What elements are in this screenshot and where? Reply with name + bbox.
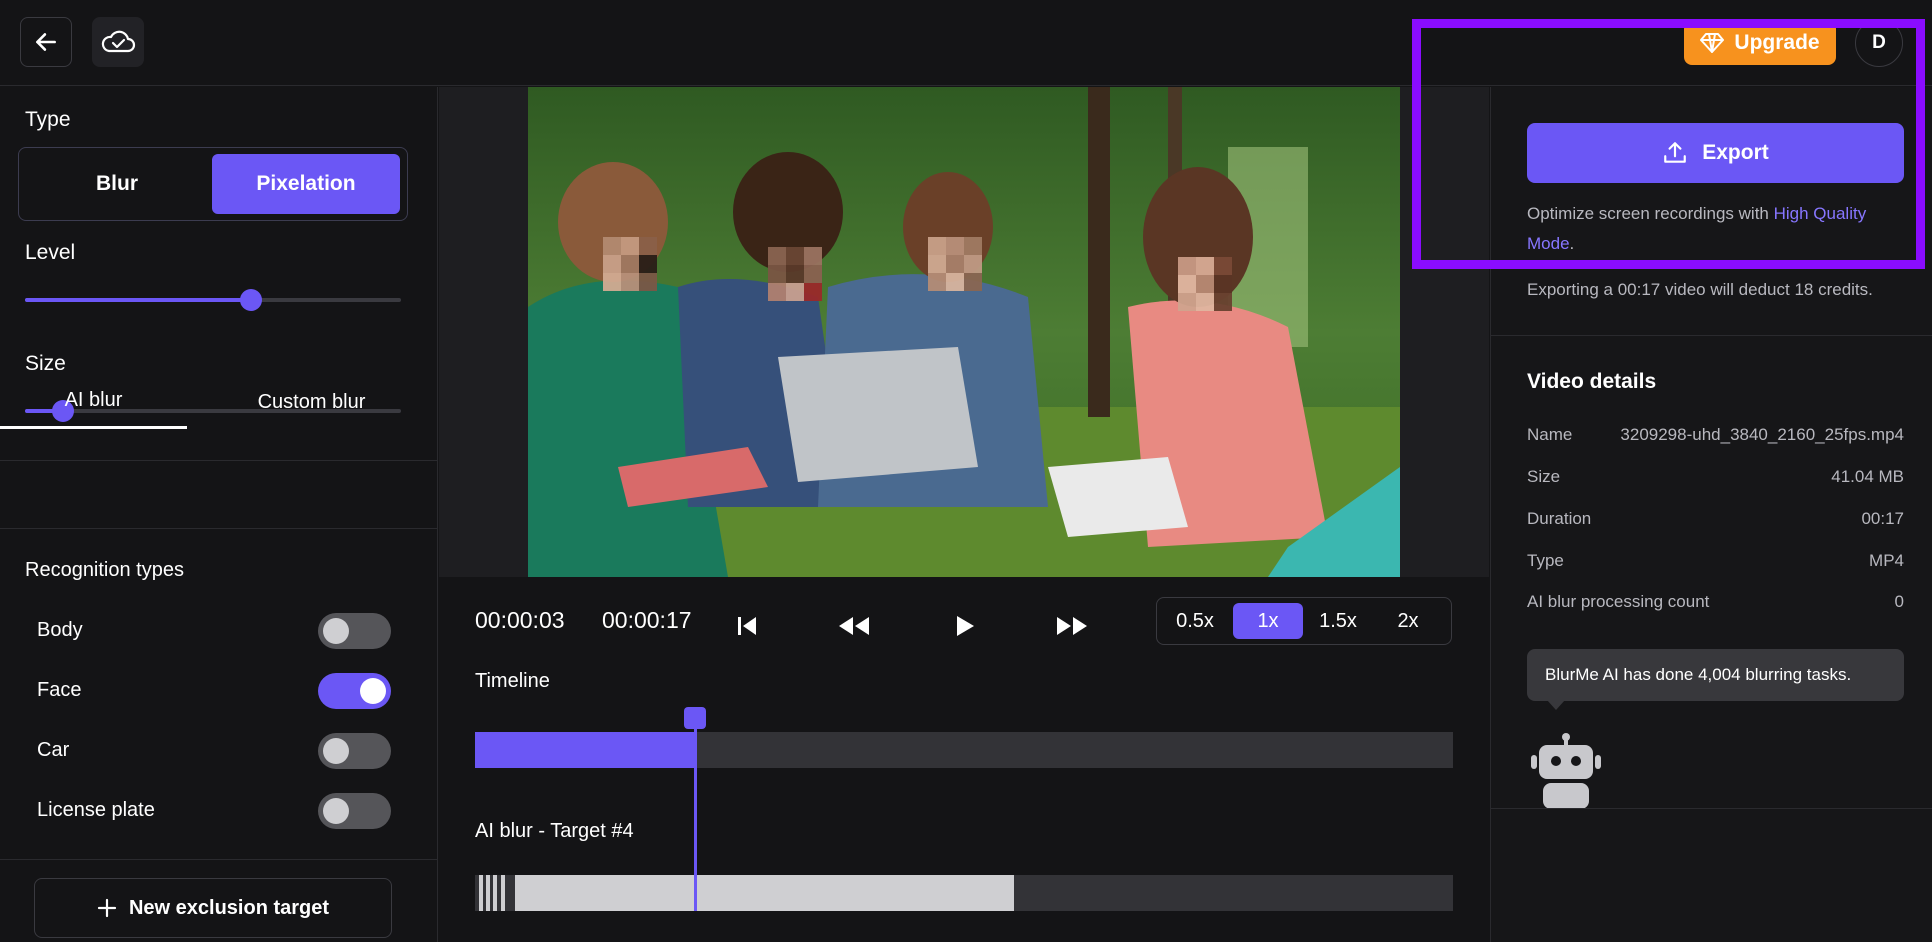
detail-key: Size xyxy=(1527,467,1561,486)
recognition-row-face: Face xyxy=(37,673,391,709)
face-toggle[interactable] xyxy=(318,673,391,709)
size-label: Size xyxy=(25,352,66,375)
recognition-label: License plate xyxy=(37,799,155,821)
recognition-row-license-plate: License plate xyxy=(37,793,391,829)
recognition-row-car: Car xyxy=(37,733,391,769)
tab-custom-blur[interactable]: Custom blur xyxy=(218,375,405,429)
current-time: 00:00:03 xyxy=(475,607,565,633)
editor-center: 00:00:03 00:00:17 0.5x 1x 1.5x 2x Timeli… xyxy=(439,87,1489,942)
total-time: 00:00:17 xyxy=(602,607,692,633)
level-slider-handle[interactable] xyxy=(240,289,262,311)
arrow-left-icon xyxy=(36,33,56,51)
left-panel: Type Blur Pixelation Level Size AI blur … xyxy=(0,87,438,942)
divider xyxy=(0,528,438,529)
target-segment-marker xyxy=(501,875,505,911)
cloud-save-button[interactable] xyxy=(92,17,144,67)
type-segmented-control: Blur Pixelation xyxy=(18,147,408,221)
video-preview[interactable] xyxy=(528,87,1400,577)
playhead-handle[interactable] xyxy=(684,707,706,729)
recognition-types-title: Recognition types xyxy=(25,559,184,581)
video-frame-image xyxy=(528,87,1400,577)
plus-icon xyxy=(97,898,117,918)
toggle-knob xyxy=(360,678,386,704)
tooltip-tail xyxy=(1547,700,1565,710)
rewind-button[interactable] xyxy=(834,606,874,646)
target-track-label: AI blur - Target #4 xyxy=(475,820,634,842)
play-icon xyxy=(957,616,974,636)
speed-1-5x-button[interactable]: 1.5x xyxy=(1303,603,1373,639)
toggle-knob xyxy=(323,618,349,644)
back-button[interactable] xyxy=(20,17,72,67)
target-segment-marker xyxy=(479,875,483,911)
license-plate-toggle[interactable] xyxy=(318,793,391,829)
timeline-progress xyxy=(475,732,694,768)
detail-key: AI blur processing count xyxy=(1527,592,1710,611)
toggle-knob xyxy=(323,798,349,824)
target-segment-marker xyxy=(493,875,497,911)
robot-mascot-icon xyxy=(1531,733,1601,809)
skip-to-start-button[interactable] xyxy=(727,606,767,646)
video-details-title: Video details xyxy=(1527,370,1657,393)
pixelation-option-button[interactable]: Pixelation xyxy=(212,154,400,214)
detail-value: 3209298-uhd_3840_2160_25fps.mp4 xyxy=(1620,425,1904,444)
car-toggle[interactable] xyxy=(318,733,391,769)
ai-tasks-tooltip: BlurMe AI has done 4,004 blurring tasks. xyxy=(1527,649,1904,701)
target-track[interactable] xyxy=(475,875,1453,911)
target-segment[interactable] xyxy=(515,875,1014,911)
highlight-box xyxy=(1412,19,1925,269)
divider xyxy=(1491,335,1932,336)
recognition-label: Car xyxy=(37,739,70,761)
detail-key: Duration xyxy=(1527,509,1592,528)
cloud-check-icon xyxy=(101,30,136,53)
fast-forward-icon xyxy=(1057,617,1087,635)
rewind-icon xyxy=(839,617,869,635)
recognition-label: Face xyxy=(37,679,82,701)
new-exclusion-target-label: New exclusion target xyxy=(128,896,330,919)
divider xyxy=(1491,808,1932,809)
detail-key: Type xyxy=(1527,551,1564,570)
speed-0-5x-button[interactable]: 0.5x xyxy=(1160,603,1230,639)
level-slider[interactable] xyxy=(25,289,401,311)
detail-value: MP4 xyxy=(1869,551,1904,570)
body-toggle[interactable] xyxy=(318,613,391,649)
timeline-track[interactable] xyxy=(475,732,1453,768)
credit-deduction-note: Exporting a 00:17 video will deduct 18 c… xyxy=(1527,280,1873,299)
timeline-label: Timeline xyxy=(475,670,550,692)
target-segment-marker xyxy=(486,875,490,911)
blur-option-button[interactable]: Blur xyxy=(23,154,211,214)
divider xyxy=(0,859,438,860)
recognition-label: Body xyxy=(37,619,83,641)
divider xyxy=(0,460,438,461)
detail-key: Name xyxy=(1527,425,1573,444)
play-button[interactable] xyxy=(945,606,985,646)
playback-speed-selector: 0.5x 1x 1.5x 2x xyxy=(1156,597,1452,645)
level-label: Level xyxy=(25,241,76,264)
recognition-row-body: Body xyxy=(37,613,391,649)
toggle-knob xyxy=(323,738,349,764)
type-label: Type xyxy=(25,108,71,131)
playhead-line xyxy=(694,711,697,911)
detail-value: 00:17 xyxy=(1861,509,1904,528)
level-slider-fill xyxy=(25,298,251,302)
speed-1x-button[interactable]: 1x xyxy=(1233,603,1303,639)
detail-value: 0 xyxy=(1894,592,1904,611)
speed-2x-button[interactable]: 2x xyxy=(1373,603,1443,639)
skip-back-icon xyxy=(738,617,756,635)
tab-ai-blur[interactable]: AI blur xyxy=(0,375,187,429)
detail-value: 41.04 MB xyxy=(1831,467,1904,486)
fast-forward-button[interactable] xyxy=(1052,606,1092,646)
new-exclusion-target-button[interactable]: New exclusion target xyxy=(34,878,392,938)
